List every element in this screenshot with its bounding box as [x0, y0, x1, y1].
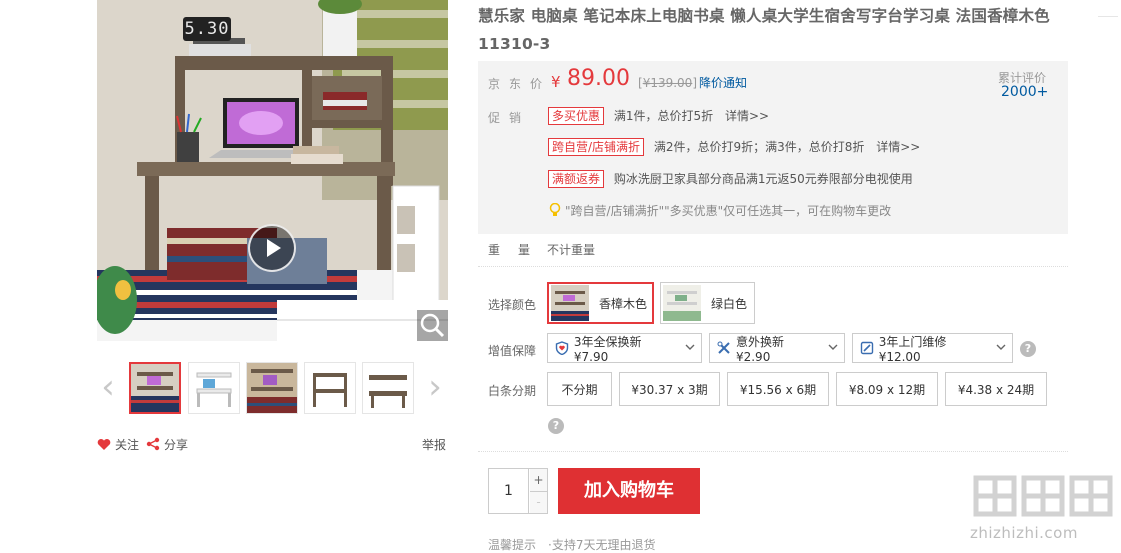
thumbnail-prev-arrow[interactable]: ‹ [97, 368, 119, 408]
share-button[interactable]: 分享 [146, 436, 188, 452]
chevron-down-icon [828, 343, 838, 354]
desk-scene-illustration [97, 0, 448, 341]
weight-label: 重量 [488, 243, 549, 257]
thumbnail-strip: ‹ › [97, 360, 448, 416]
thumbnail-5[interactable] [362, 362, 414, 414]
thumbnail-image [247, 363, 297, 413]
divider [1098, 16, 1118, 17]
follow-label: 关注 [115, 437, 140, 452]
main-product-image[interactable]: 5.30 [97, 0, 448, 341]
price-drop-notice-link[interactable]: 降价通知 [699, 74, 747, 91]
promotion-text: 满2件，总价打9折；满3件，总价打8折 [653, 140, 865, 154]
installment-option[interactable]: ¥4.38 x 24期 [945, 372, 1047, 406]
original-price: [¥139.00] [638, 76, 697, 90]
kindly-reminder-label: 温馨提示 [488, 538, 537, 552]
product-title: 慧乐家 电脑桌 笔记本床上电脑书桌 懒人桌大学生宿舍写字台学习桌 法国香樟木色 … [478, 7, 1050, 53]
promotion-row: 满额返券 购冰洗厨卫家具部分商品满1元返50元券限部分电视使用 [548, 170, 913, 188]
divider [478, 266, 1068, 267]
promotion-tag: 满额返券 [548, 170, 605, 188]
thumbnail-4[interactable] [304, 362, 356, 414]
promotion-text: 购冰洗厨卫家具部分商品满1元返50元券限部分电视使用 [613, 172, 913, 186]
report-link[interactable]: 举报 [422, 436, 446, 453]
play-icon [267, 239, 281, 257]
promotion-detail-link[interactable]: 详情>> [876, 140, 920, 154]
original-price-value: ¥139.00 [642, 76, 693, 90]
color-option-label: 绿白色 [711, 296, 748, 311]
service-option-label: 3年上门维修 ¥12.00 [878, 334, 947, 364]
color-option-green-white[interactable]: 绿白色 [660, 282, 755, 324]
video-play-button[interactable] [248, 224, 296, 272]
magnifier-icon [420, 313, 445, 338]
service-option-full-protection[interactable]: 3年全保换新 ¥7.90 [547, 333, 702, 364]
share-icon [146, 437, 160, 451]
watermark-logo [970, 472, 1115, 520]
installment-option[interactable]: 不分期 [547, 372, 612, 406]
promotion-row: 跨自营/店铺满折 满2件，总价打9折；满3件，总价打8折 详情>> [548, 138, 920, 156]
promotion-tag: 跨自营/店铺满折 [548, 138, 645, 156]
service-help-icon[interactable]: ? [1020, 341, 1036, 357]
color-swatch-image [663, 285, 701, 321]
heart-icon [97, 438, 111, 450]
thumbnail-image [131, 364, 179, 412]
thumbnail-image [363, 363, 413, 413]
promotion-text: 满1件，总价打5折 [613, 109, 714, 123]
add-to-cart-button[interactable]: 加入购物车 [558, 468, 700, 514]
service-option-home-repair[interactable]: 3年上门维修 ¥12.00 [852, 333, 1013, 364]
service-option-label: 意外换新 ¥2.90 [735, 334, 784, 364]
service-option-accident-replace[interactable]: 意外换新 ¥2.90 [709, 333, 845, 364]
thumbnail-next-arrow[interactable]: › [424, 368, 446, 408]
current-price: 89.00 [567, 66, 630, 91]
clock-display: 5.30 [183, 17, 231, 41]
color-swatch-image [551, 285, 589, 321]
thumbnail-image [305, 363, 355, 413]
thumbnail-1[interactable] [129, 362, 181, 414]
installment-option[interactable]: ¥30.37 x 3期 [619, 372, 720, 406]
installment-help-icon[interactable]: ? [548, 418, 564, 434]
thumbnail-2[interactable] [188, 362, 240, 414]
chevron-down-icon [996, 343, 1006, 354]
quantity-decrease-button[interactable]: - [530, 492, 547, 513]
watermark-text: zhizhizhi.com [970, 524, 1078, 542]
follow-button[interactable]: 关注 [97, 436, 139, 452]
promotion-tip: "跨自营/店铺满折""多买优惠"仅可任选其一，可在购物车更改 [565, 204, 892, 218]
chevron-down-icon [685, 343, 695, 354]
promotion-label: 促销 [488, 111, 531, 125]
quantity-input[interactable] [489, 469, 529, 513]
kindly-reminder-text: ·支持7天无理由退货 [548, 538, 656, 552]
divider [478, 451, 1068, 452]
zoom-button[interactable] [417, 310, 448, 341]
quantity-stepper: + - [488, 468, 548, 514]
color-option-camphor[interactable]: 香樟木色 [547, 282, 654, 324]
installment-option[interactable]: ¥15.56 x 6期 [727, 372, 829, 406]
service-label: 增值保障 [488, 344, 537, 358]
shield-icon [554, 340, 570, 356]
tools-icon [716, 340, 732, 356]
lightbulb-icon [549, 202, 561, 217]
repair-icon [859, 340, 875, 356]
price-label: 京东价 [488, 77, 552, 91]
price-currency: ¥ [551, 73, 561, 91]
price-summary-box: 京东价 ¥ 89.00 [¥139.00] 降价通知 累计评价 2000+ 促销… [478, 61, 1068, 234]
installment-option[interactable]: ¥8.09 x 12期 [836, 372, 938, 406]
share-label: 分享 [164, 437, 189, 452]
weight-value: 不计重量 [547, 243, 596, 257]
thumbnail-image [189, 363, 239, 413]
service-option-label: 3年全保换新 ¥7.90 [573, 334, 642, 364]
thumbnail-3[interactable] [246, 362, 298, 414]
promotion-detail-link[interactable]: 详情>> [725, 109, 769, 123]
quantity-increase-button[interactable]: + [530, 469, 547, 492]
promotion-row: 多买优惠 满1件，总价打5折 详情>> [548, 107, 769, 125]
color-label: 选择颜色 [488, 298, 537, 312]
review-count-link[interactable]: 2000+ [1001, 84, 1048, 100]
color-option-label: 香樟木色 [599, 296, 648, 311]
promotion-tag: 多买优惠 [548, 107, 605, 125]
installment-label: 白条分期 [488, 384, 537, 398]
